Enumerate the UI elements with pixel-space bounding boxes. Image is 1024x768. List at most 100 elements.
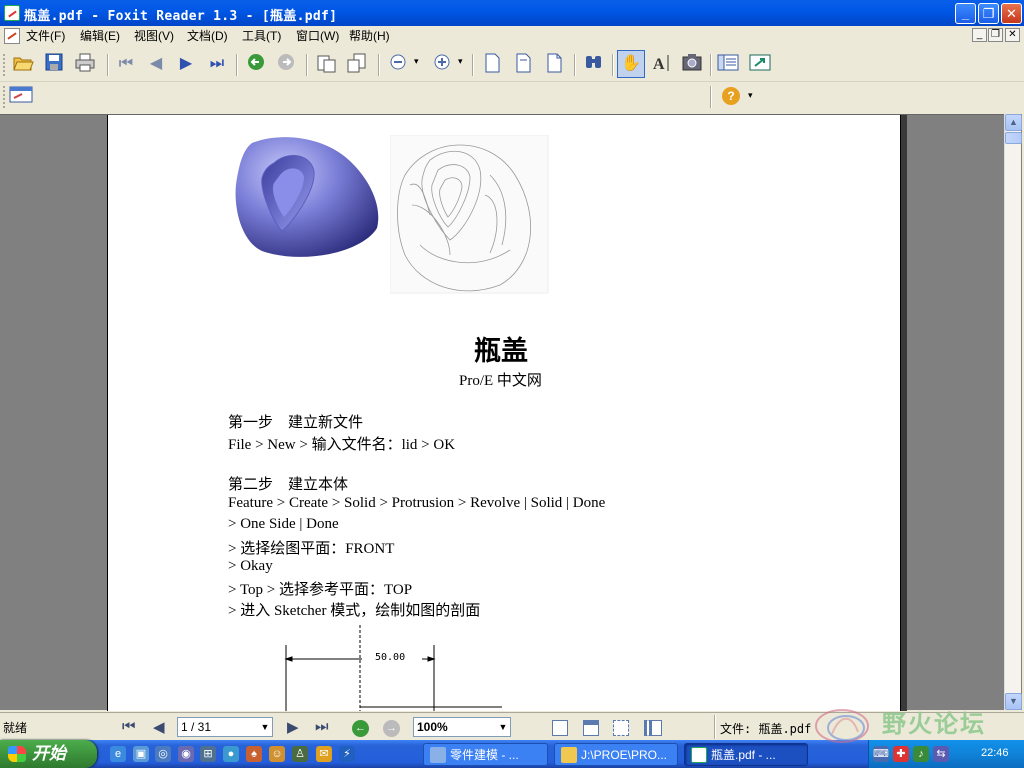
close-button[interactable]: ✕ bbox=[1001, 3, 1022, 24]
document-subtitle: Pro/E 中文网 bbox=[459, 373, 542, 389]
tray-network-icon[interactable]: ⇆ bbox=[933, 746, 949, 762]
page-shadow bbox=[901, 115, 907, 711]
media-player-icon[interactable]: ◎ bbox=[155, 746, 171, 762]
step-text: Feature > Create > Solid > Protrusion > … bbox=[228, 495, 606, 511]
chat-icon[interactable]: ✉ bbox=[316, 746, 332, 762]
disc-icon[interactable]: ◉ bbox=[178, 746, 194, 762]
start-button[interactable]: 开始 bbox=[0, 740, 97, 768]
explorer-icon[interactable]: ▣ bbox=[133, 746, 149, 762]
document-icon[interactable] bbox=[4, 28, 20, 44]
step-text: File > New > 输入文件名：lid > OK bbox=[228, 437, 456, 453]
status-first-page-icon[interactable]: ⏮ bbox=[122, 718, 136, 735]
status-back-icon[interactable]: ← bbox=[352, 720, 369, 737]
menu-help[interactable]: 帮助(H) bbox=[349, 28, 390, 44]
status-prev-page-icon[interactable]: ◀ bbox=[153, 718, 165, 736]
tray-keyboard-icon[interactable]: ⌨ bbox=[873, 746, 889, 762]
file-name-status: 文件: 瓶盖.pdf bbox=[720, 722, 812, 736]
typewriter-icon[interactable] bbox=[9, 84, 33, 108]
zoom-in-dropdown-icon[interactable]: ▾ bbox=[458, 56, 463, 67]
zoom-in-icon[interactable] bbox=[430, 52, 454, 76]
mdi-close-button[interactable]: ✕ bbox=[1005, 28, 1020, 42]
vertical-scrollbar[interactable]: ▲ ▼ bbox=[1004, 114, 1022, 710]
menu-document[interactable]: 文档(D) bbox=[187, 28, 228, 44]
task-label: 瓶盖.pdf - ... bbox=[711, 748, 776, 762]
facing-icon[interactable] bbox=[511, 52, 535, 76]
task-folder[interactable]: J:\PROE\PRO... bbox=[554, 743, 678, 766]
help-dropdown-icon[interactable]: ▾ bbox=[748, 90, 753, 101]
zoom-field[interactable]: 100% ▼ bbox=[413, 717, 511, 737]
step-text: > 选择绘图平面：FRONT bbox=[228, 541, 395, 557]
folder-icon bbox=[561, 747, 577, 763]
toolbar-grip[interactable] bbox=[3, 54, 7, 76]
sketch-diagram bbox=[284, 625, 502, 711]
user-icon[interactable]: ♙ bbox=[292, 746, 308, 762]
rotate-left-icon[interactable] bbox=[314, 52, 338, 76]
find-icon[interactable] bbox=[582, 52, 606, 76]
mdi-minimize-button[interactable]: _ bbox=[972, 28, 987, 42]
status-last-page-icon[interactable]: ⏭ bbox=[315, 718, 329, 735]
tray-antivirus-icon[interactable]: ✚ bbox=[893, 746, 909, 762]
last-page-icon[interactable]: ⏭ bbox=[205, 52, 229, 76]
fullscreen-icon[interactable] bbox=[748, 52, 772, 76]
title-bar[interactable]: 瓶盖.pdf - Foxit Reader 1.3 - [瓶盖.pdf] _ ❐… bbox=[0, 0, 1024, 26]
bookmarks-icon[interactable] bbox=[716, 52, 740, 76]
task-part-modeling[interactable]: 零件建模 - ... bbox=[423, 743, 548, 766]
print-icon[interactable] bbox=[73, 52, 97, 76]
snapshot-icon[interactable] bbox=[680, 52, 704, 76]
qq-icon[interactable]: ☺ bbox=[269, 746, 285, 762]
rotate-right-icon[interactable] bbox=[345, 52, 369, 76]
scroll-up-icon[interactable]: ▲ bbox=[1005, 114, 1022, 131]
maximize-button[interactable]: ❐ bbox=[978, 3, 999, 24]
show-desktop-icon[interactable]: ⚡ bbox=[339, 746, 355, 762]
scroll-thumb[interactable] bbox=[1005, 132, 1022, 144]
continuous-mode-icon[interactable] bbox=[583, 720, 599, 736]
toolbar-grip[interactable] bbox=[3, 86, 7, 108]
status-next-page-icon[interactable]: ▶ bbox=[287, 718, 299, 736]
svg-text:A: A bbox=[653, 56, 665, 73]
menu-file[interactable]: 文件(F) bbox=[26, 28, 65, 44]
zoom-dropdown-icon[interactable]: ▼ bbox=[496, 718, 510, 736]
single-page-icon[interactable] bbox=[480, 52, 504, 76]
start-label: 开始 bbox=[32, 744, 66, 763]
mdi-restore-button[interactable]: ❐ bbox=[988, 28, 1003, 42]
next-page-icon[interactable]: ▶ bbox=[174, 52, 198, 76]
back-icon[interactable] bbox=[244, 52, 268, 76]
zoom-out-icon[interactable] bbox=[386, 52, 410, 76]
app-icon[interactable]: ♠ bbox=[246, 746, 262, 762]
forward-icon[interactable] bbox=[274, 52, 298, 76]
continuous-icon[interactable] bbox=[542, 52, 566, 76]
step-heading: 第一步 建立新文件 bbox=[228, 415, 364, 431]
single-page-mode-icon[interactable] bbox=[552, 720, 568, 736]
prev-page-icon[interactable]: ◀ bbox=[144, 52, 168, 76]
forum-watermark: 野火论坛 bbox=[808, 700, 1024, 748]
menu-tools[interactable]: 工具(T) bbox=[242, 28, 281, 44]
hand-tool-icon[interactable]: ✋ bbox=[619, 52, 643, 76]
menu-bar: 文件(F) 编辑(E) 视图(V) 文档(D) 工具(T) 窗口(W) 帮助(H… bbox=[0, 26, 1024, 46]
minimize-button[interactable]: _ bbox=[955, 3, 976, 24]
messenger-icon[interactable]: ● bbox=[223, 746, 239, 762]
document-viewer[interactable]: 瓶盖 Pro/E 中文网 第一步 建立新文件 File > New > 输入文件… bbox=[0, 114, 1022, 711]
zoom-out-dropdown-icon[interactable]: ▾ bbox=[414, 56, 419, 67]
foxit-app-icon[interactable] bbox=[4, 5, 20, 21]
step-text: > 进入 Sketcher 模式，绘制如图的剖面 bbox=[228, 603, 481, 619]
save-icon[interactable] bbox=[42, 52, 66, 76]
wireframe-model-image bbox=[390, 135, 549, 294]
continuous-facing-mode-icon[interactable] bbox=[644, 720, 662, 736]
facing-mode-icon[interactable] bbox=[613, 720, 629, 736]
status-forward-icon[interactable]: → bbox=[383, 720, 400, 737]
network-icon[interactable]: ⊞ bbox=[200, 746, 216, 762]
menu-view[interactable]: 视图(V) bbox=[134, 28, 174, 44]
help-icon[interactable]: ? bbox=[722, 87, 740, 105]
menu-window[interactable]: 窗口(W) bbox=[296, 28, 339, 44]
task-label: J:\PROE\PRO... bbox=[581, 748, 668, 762]
page-number-text: 1 / 31 bbox=[181, 720, 212, 734]
first-page-icon[interactable]: ⏮ bbox=[114, 52, 138, 76]
text-select-icon[interactable]: A bbox=[650, 52, 674, 76]
ie-icon[interactable]: e bbox=[110, 746, 126, 762]
menu-edit[interactable]: 编辑(E) bbox=[80, 28, 120, 44]
tray-volume-icon[interactable]: ♪ bbox=[913, 746, 929, 762]
page-number-field[interactable]: 1 / 31 ▼ bbox=[177, 717, 273, 737]
open-icon[interactable] bbox=[11, 52, 35, 76]
task-foxit-reader[interactable]: 瓶盖.pdf - ... bbox=[684, 743, 808, 766]
page-dropdown-icon[interactable]: ▼ bbox=[258, 718, 272, 736]
